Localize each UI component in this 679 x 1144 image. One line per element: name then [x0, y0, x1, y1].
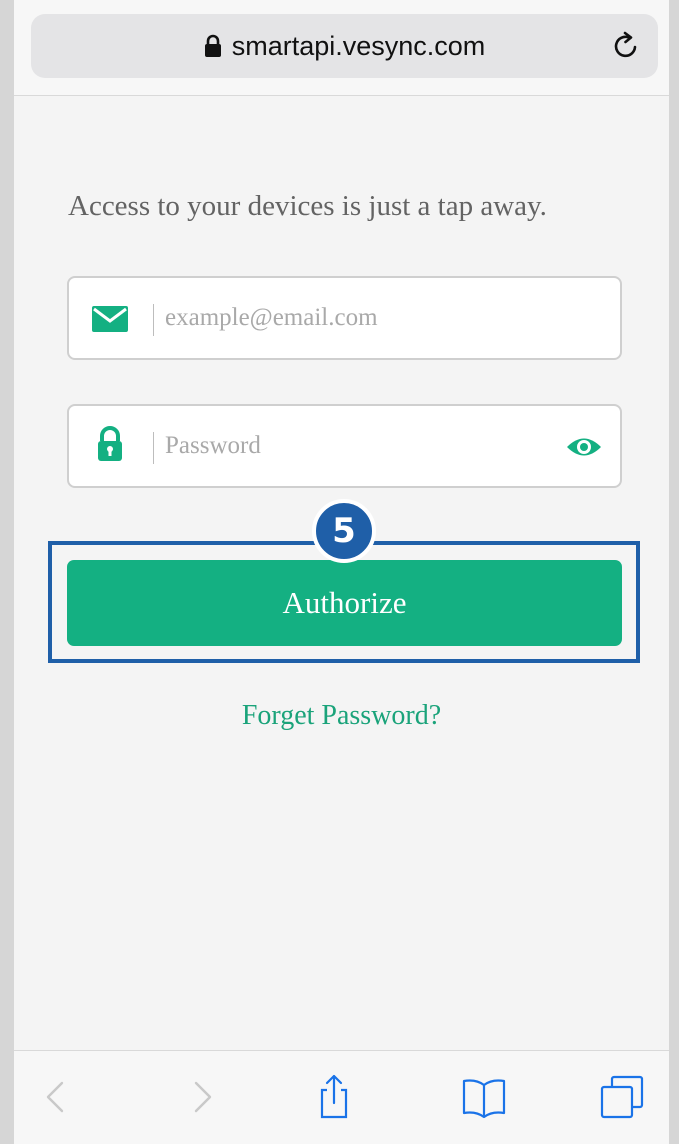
reload-icon[interactable]: [610, 30, 642, 62]
padlock-icon: [91, 426, 129, 464]
envelope-icon: [91, 302, 129, 336]
tabs-icon[interactable]: [598, 1073, 646, 1121]
step-number-badge: 5: [312, 499, 376, 563]
email-field[interactable]: [67, 276, 622, 360]
forgot-password-link[interactable]: Forget Password?: [14, 700, 669, 732]
authorize-button[interactable]: Authorize: [67, 560, 622, 646]
password-input[interactable]: [165, 406, 545, 486]
field-divider: [153, 432, 154, 464]
forward-icon[interactable]: [178, 1073, 226, 1121]
url-display: smartapi.vesync.com: [31, 14, 658, 78]
lock-icon: [204, 34, 222, 58]
password-field[interactable]: [67, 404, 622, 488]
field-divider: [153, 304, 154, 336]
email-input[interactable]: [165, 278, 545, 358]
page-tagline: Access to your devices is just a tap awa…: [68, 190, 547, 222]
eye-icon[interactable]: [566, 432, 602, 462]
back-icon[interactable]: [32, 1073, 80, 1121]
browser-bottom-toolbar: [14, 1050, 669, 1144]
url-text: smartapi.vesync.com: [231, 30, 486, 61]
address-bar[interactable]: smartapi.vesync.com: [31, 14, 658, 78]
share-icon[interactable]: [310, 1073, 358, 1121]
browser-top-bar: smartapi.vesync.com: [14, 0, 669, 96]
phone-screen: smartapi.vesync.com Access to your devic…: [14, 0, 669, 1144]
bookmarks-icon[interactable]: [460, 1073, 508, 1121]
